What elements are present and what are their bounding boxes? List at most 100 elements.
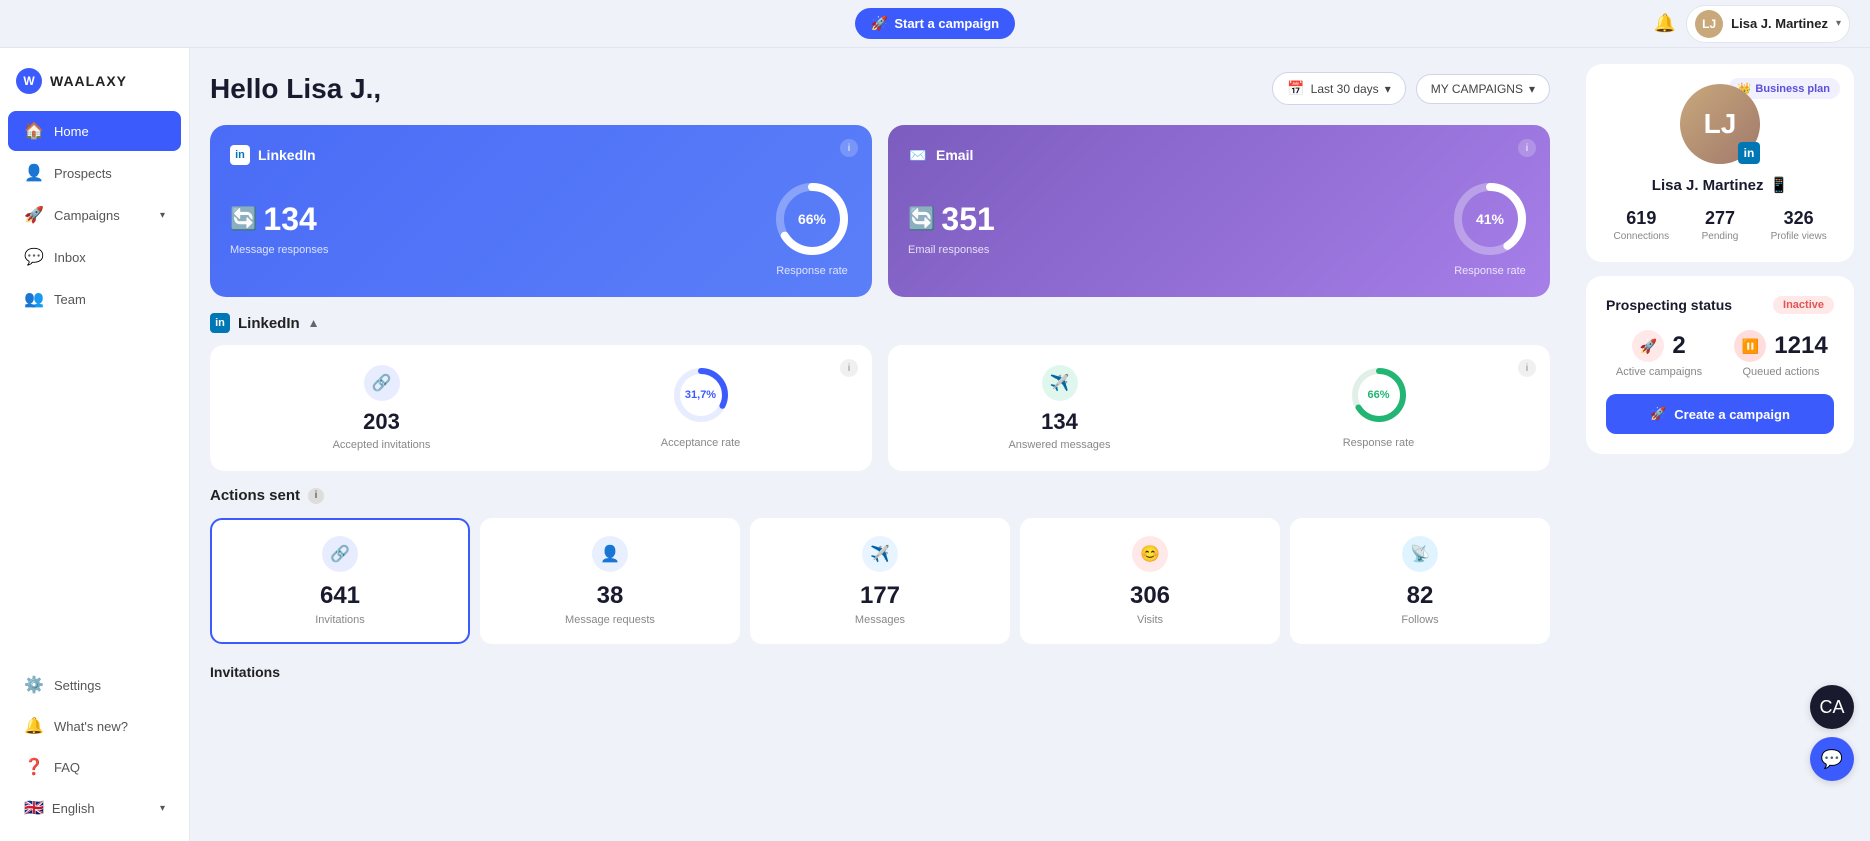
invitations-icon: 🔗: [322, 536, 358, 572]
linkedin-section: in LinkedIn ▲ i 🔗 203 Accepted invitatio…: [210, 313, 1550, 471]
connections-stat: 619 Connections: [1606, 208, 1677, 242]
message-requests-icon: 👤: [592, 536, 628, 572]
topbar-right: 🔔 LJ Lisa J. Martinez ▾: [1654, 5, 1850, 43]
sidebar-item-team[interactable]: 👥 Team: [8, 279, 181, 319]
notification-button[interactable]: 🔔: [1654, 13, 1676, 34]
linkedin-card-content: 🔄 134 Message responses 66%: [230, 179, 852, 277]
email-progress-circle: 41%: [1450, 179, 1530, 259]
user-name: Lisa J. Martinez: [1731, 16, 1828, 31]
header-controls: 📅 Last 30 days ▾ MY CAMPAIGNS ▾: [1272, 72, 1550, 105]
action-card-follows[interactable]: 📡 82 Follows: [1290, 518, 1550, 644]
faq-icon: ❓: [24, 757, 44, 777]
status-badge: Inactive: [1773, 296, 1834, 314]
collapse-toggle[interactable]: ▲: [308, 316, 320, 330]
top-stats-row: in LinkedIn i 🔄 134 Message responses: [210, 125, 1550, 297]
action-card-invitations[interactable]: 🔗 641 Invitations: [210, 518, 470, 644]
home-icon: 🏠: [24, 121, 44, 141]
date-range-filter[interactable]: 📅 Last 30 days ▾: [1272, 72, 1406, 105]
info-icon: i: [308, 488, 324, 504]
flag-icon: 🇬🇧: [24, 798, 44, 818]
team-icon: 👥: [24, 289, 44, 309]
email-icon: ✉️: [908, 145, 928, 165]
profile-stats: 619 Connections 277 Pending 326 Profile …: [1606, 208, 1834, 242]
follows-label: Follows: [1401, 614, 1438, 626]
accepted-invitations-stat: 🔗 203 Accepted invitations: [230, 365, 533, 451]
actions-title: Actions sent: [210, 487, 300, 504]
email-rate: 41% Response rate: [1450, 179, 1530, 277]
campaign-filter[interactable]: MY CAMPAIGNS ▾: [1416, 74, 1550, 104]
linkedin-rate-percent: 66%: [798, 211, 826, 227]
sidebar-item-home[interactable]: 🏠 Home: [8, 111, 181, 151]
linkedin-invitations-card: i 🔗 203 Accepted invitations: [210, 345, 872, 471]
actions-section: Actions sent i 🔗 641 Invitations 👤 38 Me…: [210, 487, 1550, 644]
verified-icon: 📱: [1770, 176, 1789, 194]
info-icon[interactable]: i: [840, 359, 858, 377]
answered-value: 134: [1041, 409, 1078, 435]
info-icon[interactable]: i: [1518, 139, 1536, 157]
settings-icon: ⚙️: [24, 675, 44, 695]
topbar-center: 🚀 Start a campaign: [855, 8, 1015, 39]
acceptance-percent: 31,7%: [685, 389, 716, 401]
invitations-label: Invitations: [315, 614, 365, 626]
sidebar-bottom: ⚙️ Settings 🔔 What's new? ❓ FAQ 🇬🇧 Engli…: [0, 664, 189, 829]
start-campaign-button[interactable]: 🚀 Start a campaign: [855, 8, 1015, 39]
sidebar-item-campaigns[interactable]: 🚀 Campaigns ▾: [8, 195, 181, 235]
rocket-icon: 🚀: [1650, 406, 1666, 422]
email-rate-percent: 41%: [1476, 211, 1504, 227]
action-card-messages[interactable]: ✈️ 177 Messages: [750, 518, 1010, 644]
messages-icon: ✈️: [862, 536, 898, 572]
visits-icon: 😊: [1132, 536, 1168, 572]
app-body: W WAALAXY 🏠 Home 👤 Prospects 🚀 Campaigns…: [0, 48, 1870, 841]
main-content: Hello Lisa J., 📅 Last 30 days ▾ MY CAMPA…: [190, 48, 1570, 841]
linkedin-stat-card: in LinkedIn i 🔄 134 Message responses: [210, 125, 872, 297]
floating-buttons: CA 💬: [1810, 685, 1854, 781]
profile-name: Lisa J. Martinez 📱: [1652, 176, 1788, 194]
sidebar-item-prospects[interactable]: 👤 Prospects: [8, 153, 181, 193]
prospecting-header: Prospecting status Inactive: [1606, 296, 1834, 314]
prospecting-stats: 🚀 2 Active campaigns ⏸️ 1214 Queued acti…: [1606, 330, 1834, 378]
email-rate-label: Response rate: [1454, 265, 1526, 277]
sidebar-item-label: Team: [54, 292, 86, 307]
calendar-icon: 📅: [1287, 80, 1304, 97]
sidebar-item-label: Campaigns: [54, 208, 120, 223]
email-response-number: 🔄 351: [908, 201, 995, 238]
profile-views-stat: 326 Profile views: [1763, 208, 1834, 242]
messages-value: 177: [860, 582, 900, 610]
linkedin-message-stat: 🔄 134 Message responses: [230, 201, 328, 256]
user-pill[interactable]: LJ Lisa J. Martinez ▾: [1686, 5, 1850, 43]
create-campaign-button[interactable]: 🚀 Create a campaign: [1606, 394, 1834, 434]
action-card-message-requests[interactable]: 👤 38 Message requests: [480, 518, 740, 644]
queued-actions-value: 1214: [1774, 332, 1827, 360]
active-campaigns-stat: 🚀 2 Active campaigns: [1606, 330, 1712, 378]
response-percent: 66%: [1367, 389, 1389, 401]
action-card-visits[interactable]: 😊 306 Visits: [1020, 518, 1280, 644]
prospects-icon: 👤: [24, 163, 44, 183]
sidebar-item-settings[interactable]: ⚙️ Settings: [8, 665, 181, 705]
linkedin-stats-row: i 🔗 203 Accepted invitations: [210, 345, 1550, 471]
queued-actions-label: Queued actions: [1742, 366, 1819, 378]
whats-new-icon: 🔔: [24, 716, 44, 736]
linkedin-messages-grid: ✈️ 134 Answered messages 66%: [908, 365, 1530, 451]
campaigns-icon: 🚀: [24, 205, 44, 225]
sidebar-item-faq[interactable]: ❓ FAQ: [8, 747, 181, 787]
chat-support-button[interactable]: 💬: [1810, 737, 1854, 781]
invitations-value: 641: [320, 582, 360, 610]
message-icon: ✈️: [1042, 365, 1078, 401]
response-rate-stat: 66% Response rate: [1227, 365, 1530, 451]
email-stat-card: ✉️ Email i 🔄 351 Email responses: [888, 125, 1550, 297]
actions-grid: 🔗 641 Invitations 👤 38 Message requests …: [210, 518, 1550, 644]
invitations-sub-label: Invitations: [210, 664, 1550, 682]
queued-actions-top: ⏸️ 1214: [1734, 330, 1827, 362]
info-icon[interactable]: i: [840, 139, 858, 157]
sidebar-item-label: What's new?: [54, 719, 128, 734]
linkedin-section-icon: in: [210, 313, 230, 333]
connections-value: 619: [1626, 208, 1656, 229]
language-selector[interactable]: 🇬🇧 English ▾: [8, 788, 181, 828]
chat-assistant-button[interactable]: CA: [1810, 685, 1854, 729]
logo-area: W WAALAXY: [0, 60, 189, 110]
sidebar-item-whats-new[interactable]: 🔔 What's new?: [8, 706, 181, 746]
prospecting-card: Prospecting status Inactive 🚀 2 Active c…: [1586, 276, 1854, 454]
info-icon[interactable]: i: [1518, 359, 1536, 377]
email-response-label: Email responses: [908, 244, 995, 256]
sidebar-item-inbox[interactable]: 💬 Inbox: [8, 237, 181, 277]
